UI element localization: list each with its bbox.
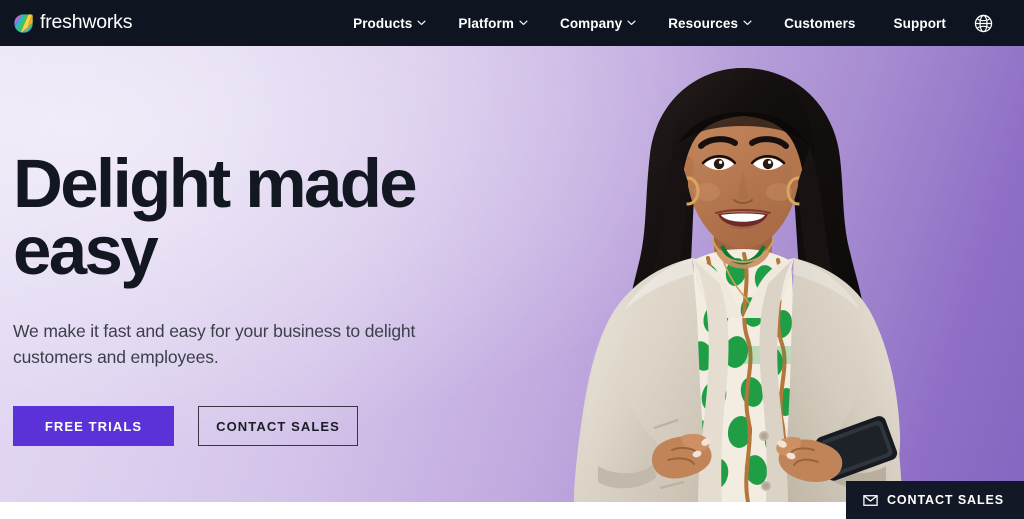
nav-item-support[interactable]: Support: [872, 0, 960, 46]
nav-item-company[interactable]: Company: [544, 0, 652, 46]
nav-item-customers[interactable]: Customers: [768, 0, 871, 46]
free-trials-button[interactable]: FREE TRIALS: [13, 406, 174, 447]
nav-item-products[interactable]: Products: [337, 0, 442, 46]
hero-photo: [464, 46, 1024, 502]
chevron-down-icon: [417, 20, 426, 26]
contact-sales-button[interactable]: CONTACT SALES: [198, 406, 358, 447]
chevron-down-icon: [743, 20, 752, 26]
nav-item-label: Platform: [458, 15, 514, 31]
floating-contact-sales-tab[interactable]: CONTACT SALES: [845, 481, 1024, 519]
nav-item-platform[interactable]: Platform: [442, 0, 544, 46]
brand-logo-link[interactable]: freshworks: [13, 13, 132, 34]
top-navigation-bar: freshworks Products Platform Company Res…: [0, 0, 1024, 46]
hero-section: Delight made easy We make it fast and ea…: [0, 46, 1024, 502]
floating-contact-label: CONTACT SALES: [886, 493, 1004, 507]
nav-item-label: Support: [893, 15, 946, 31]
globe-icon: [974, 14, 992, 32]
hero-subheading: We make it fast and easy for your busine…: [13, 320, 416, 368]
hero-copy: Delight made easy We make it fast and ea…: [13, 149, 483, 447]
headline-line-1: Delight made: [13, 145, 418, 222]
nav-item-label: Company: [559, 15, 623, 31]
brand-wordmark: freshworks: [40, 11, 133, 34]
chevron-down-icon: [627, 20, 636, 26]
businesswoman-illustration: [574, 68, 902, 502]
envelope-icon: [863, 494, 878, 506]
hero-cta-row: FREE TRIALS CONTACT SALES: [13, 406, 483, 447]
page-title: Delight made easy: [13, 149, 483, 285]
nav-item-resources[interactable]: Resources: [652, 0, 768, 46]
nav-links: Products Platform Company Resources Cust…: [337, 0, 1024, 46]
chevron-down-icon: [519, 20, 528, 26]
language-selector-button[interactable]: [960, 0, 1006, 46]
headline-line-2: easy: [13, 211, 159, 289]
nav-item-label: Products: [353, 15, 413, 31]
nav-item-label: Customers: [784, 15, 856, 31]
nav-item-label: Resources: [668, 15, 739, 31]
freshworks-homepage: freshworks Products Platform Company Res…: [0, 0, 1024, 519]
freshworks-leaf-logo-icon: [14, 13, 33, 33]
